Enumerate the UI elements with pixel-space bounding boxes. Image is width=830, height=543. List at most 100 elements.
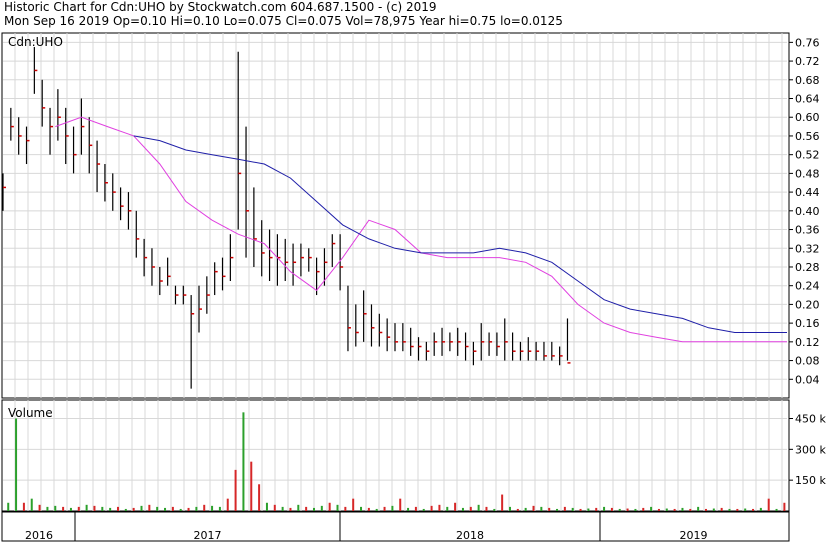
volume-bar (783, 502, 786, 511)
volume-bar (179, 508, 182, 511)
volume-bar (571, 507, 574, 511)
volume-bar (281, 506, 284, 511)
year-label: 2017 (194, 529, 222, 542)
volume-bar (697, 506, 700, 511)
volume-bar (493, 508, 496, 511)
volume-bar (69, 507, 72, 511)
price-tick-label: 0.68 (795, 74, 820, 87)
volume-bar (618, 508, 621, 511)
volume-bar (665, 508, 668, 511)
volume-bar (344, 506, 347, 511)
volume-bar (101, 506, 104, 511)
volume-bar (328, 502, 331, 511)
year-axis-frame (1, 511, 790, 542)
price-tick-label: 0.60 (795, 111, 820, 124)
price-tick-label: 0.56 (795, 130, 820, 143)
volume-bar (195, 506, 198, 511)
volume-bar (752, 508, 755, 511)
volume-bar (422, 508, 425, 511)
price-axis: 0.76 0.72 0.68 0.64 0.60 0.56 0.52 0.48 0.44 0.40… (789, 36, 820, 386)
volume-bar (15, 418, 18, 511)
volume-bar (234, 469, 237, 511)
volume-bar (109, 507, 112, 511)
volume-bar (775, 508, 778, 511)
volume-panel-frame (1, 399, 790, 512)
volume-bar (759, 507, 762, 511)
volume-bar (446, 506, 449, 511)
volume-bar (242, 412, 245, 511)
price-tick-label: 0.16 (795, 317, 820, 330)
year-label: 2016 (25, 529, 53, 542)
volume-bar (508, 506, 511, 511)
volume-bar (124, 508, 127, 511)
volume-bar (116, 506, 119, 511)
volume-bar (85, 504, 88, 511)
volume-bar (62, 506, 65, 511)
volume-bar (140, 505, 143, 511)
volume-bar (720, 507, 723, 511)
volume-bar (579, 508, 582, 511)
volume-bar (712, 508, 715, 511)
volume-bar (767, 498, 770, 511)
volume-bar (38, 504, 41, 511)
price-tick-label: 0.44 (795, 186, 820, 199)
volume-bar (164, 507, 167, 511)
volume-bar (218, 506, 221, 511)
volume-bar (250, 461, 253, 511)
price-tick-label: 0.28 (795, 261, 820, 274)
volume-bar (689, 508, 692, 511)
price-tick-label: 0.72 (795, 55, 820, 68)
volume-bar (30, 498, 33, 511)
volume-bar (320, 505, 323, 511)
price-tick-label: 0.64 (795, 93, 820, 106)
stock-chart: 0.76 0.72 0.68 0.64 0.60 0.56 0.52 0.48 0.44 0.40… (1, 32, 826, 542)
volume-bar (375, 508, 378, 511)
volume-bar (610, 507, 613, 511)
volume-bar (305, 506, 308, 511)
volume-bar (603, 506, 606, 511)
volume-bar (681, 507, 684, 511)
volume-bar (297, 504, 300, 511)
volume-bar (461, 507, 464, 511)
volume-bar (438, 504, 441, 511)
volume-bar (367, 507, 370, 511)
volume-bar (673, 508, 676, 511)
volume-bar (657, 508, 660, 511)
volume-bar (273, 504, 276, 511)
volume-bar (587, 508, 590, 511)
volume-bar (399, 498, 402, 511)
volume-bar (7, 502, 10, 511)
volume-bar (22, 502, 25, 511)
volume-bar (211, 505, 214, 511)
price-tick-label: 0.76 (795, 36, 820, 49)
volume-bar (414, 506, 417, 511)
price-tick-label: 0.52 (795, 149, 820, 162)
volume-bar (265, 502, 268, 511)
volume-bar (524, 507, 527, 511)
volume-bar (736, 508, 739, 511)
volume-tick-label: 450 k (795, 413, 826, 426)
volume-bar (626, 508, 629, 511)
price-tick-label: 0.36 (795, 224, 820, 237)
volume-bar (728, 508, 731, 511)
volume-bar (430, 505, 433, 511)
volume-bar (548, 507, 551, 511)
volume-bar (93, 505, 96, 511)
volume-bar (744, 508, 747, 511)
volume-panel-title: Volume (8, 406, 53, 420)
volume-bar (312, 507, 315, 511)
volume-bar (226, 498, 229, 511)
price-panel-title: Cdn:UHO (8, 35, 63, 49)
price-tick-label: 0.12 (795, 336, 820, 349)
volume-bar (634, 508, 637, 511)
volume-bar (477, 504, 480, 511)
volume-bar (156, 506, 159, 511)
volume-bar (360, 506, 363, 511)
volume-bar (46, 506, 49, 511)
volume-bar (532, 505, 535, 511)
volume-bar (148, 504, 151, 511)
volume-bar (352, 498, 355, 511)
volume-bar (187, 507, 190, 511)
volume-bar (454, 502, 457, 511)
volume-bar (171, 506, 174, 511)
